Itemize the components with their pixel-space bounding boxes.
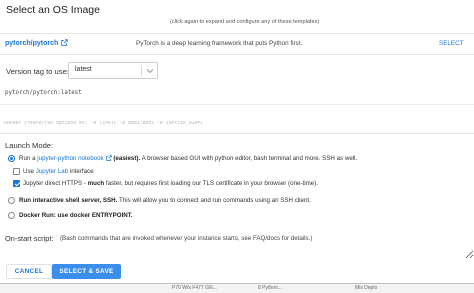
- version-select[interactable]: latest: [68, 62, 158, 79]
- dialog-hint: (click again to expand and configure any…: [170, 19, 320, 25]
- jupyter-notebook-link[interactable]: jupyter-python notebook: [37, 155, 103, 162]
- onstart-label: On-start script:: [5, 234, 54, 243]
- jupyter-lab-suffix: interface: [69, 168, 94, 175]
- bg-text-right: Mis Deplo: [355, 285, 378, 291]
- version-select-value: latest: [75, 66, 92, 73]
- background-page-strip: P70 W/s F477 GN... 8 Python... Mis Deplo: [0, 284, 474, 293]
- os-image-dialog: Select an OS Image (click again to expan…: [0, 0, 474, 293]
- radio-jupyter[interactable]: [8, 155, 15, 162]
- docker-options-box: [0, 104, 474, 134]
- option-jupyter-lab-text: Use Jupyter Lab interface: [23, 168, 94, 175]
- ssh-bold: Run interactive shell server, SSH.: [19, 197, 118, 204]
- onstart-script-input[interactable]: [0, 245, 474, 259]
- jupyter-lab-link[interactable]: Jupyter Lab: [36, 168, 68, 175]
- bg-text-left: P70 W/s F477 GN...: [172, 285, 217, 291]
- checkbox-jupyter-https[interactable]: [13, 180, 20, 187]
- template-card[interactable]: pytorch/pytorch PyTorch is a deep learni…: [0, 33, 474, 55]
- launch-mode-title: Launch Mode:: [5, 141, 54, 150]
- onstart-help: (Bash commands that are invoked whenever…: [60, 235, 313, 242]
- image-path: pytorch/pytorch:latest: [5, 90, 82, 96]
- jupyter-lab-prefix: Use: [23, 168, 35, 175]
- template-name-link[interactable]: pytorch/pytorch: [5, 39, 69, 47]
- radio-ssh[interactable]: [8, 197, 15, 204]
- select-template-button[interactable]: SELECT: [439, 40, 464, 47]
- jupyter-desc: A browser based GUI with python editor, …: [141, 155, 358, 162]
- external-link-icon[interactable]: [105, 155, 112, 161]
- docker-options-input[interactable]: [4, 119, 304, 128]
- template-description: PyTorch is a deep learning framework tha…: [136, 40, 303, 47]
- option-ssh-text: Run interactive shell server, SSH. This …: [19, 197, 311, 204]
- template-name[interactable]: pytorch/pytorch: [5, 40, 58, 47]
- ssh-desc: This will allow you to connect and run c…: [118, 197, 311, 204]
- bg-text-center: 8 Python...: [258, 285, 282, 291]
- dialog-title: Select an OS Image: [6, 4, 100, 16]
- external-link-icon[interactable]: [61, 39, 69, 46]
- jupyter-prefix: Run a: [19, 155, 36, 162]
- option-docker-text: Docker Run: use docker ENTRYPOINT.: [19, 212, 133, 219]
- docker-bold: Docker Run: use docker ENTRYPOINT.: [19, 212, 133, 219]
- select-separator: [141, 65, 142, 76]
- cancel-button[interactable]: CANCEL: [6, 264, 52, 279]
- select-save-button[interactable]: SELECT & SAVE: [52, 264, 121, 279]
- option-jupyter-https-text: Jupyter direct HTTPS - much faster, but …: [23, 180, 318, 187]
- https-rest: faster, but requires first loading our T…: [105, 180, 318, 187]
- chevron-down-icon[interactable]: [146, 68, 154, 74]
- option-jupyter-text: Run a jupyter-python notebook (easiest).…: [19, 155, 357, 162]
- version-label: Version tag to use:: [6, 67, 69, 76]
- https-prefix: Jupyter direct HTTPS -: [23, 180, 86, 187]
- https-bold: much: [87, 180, 105, 187]
- jupyter-easiest: (easiest).: [113, 155, 141, 162]
- radio-docker-entrypoint[interactable]: [8, 212, 15, 219]
- checkbox-jupyter-lab[interactable]: [13, 168, 20, 175]
